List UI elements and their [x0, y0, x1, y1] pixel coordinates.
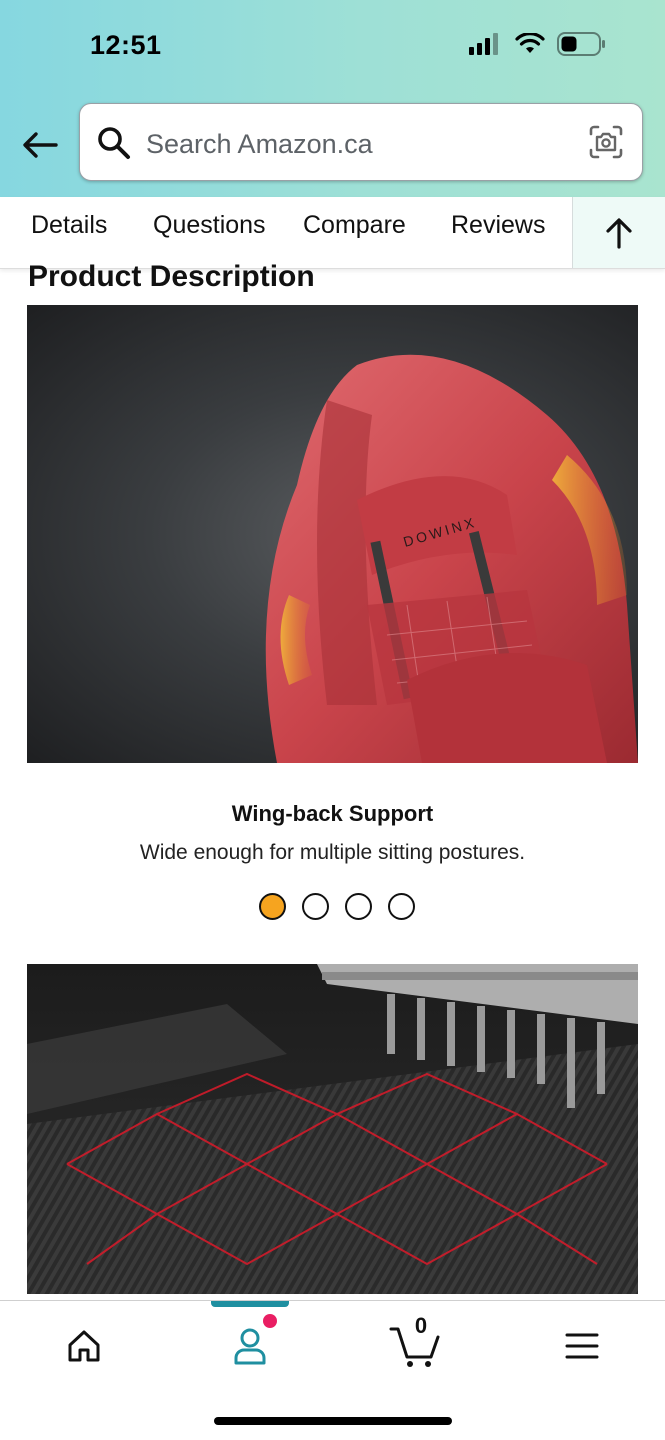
- section-title: Product Description: [28, 260, 315, 293]
- search-icon: [98, 127, 130, 159]
- status-icons: [469, 32, 607, 56]
- carousel-pagination: [259, 893, 415, 920]
- nav-cart[interactable]: 0: [375, 1313, 455, 1371]
- search-placeholder: Search Amazon.ca: [146, 129, 373, 159]
- carousel-dot-2[interactable]: [302, 893, 329, 920]
- home-icon: [68, 1330, 100, 1362]
- embroidery-machine-illustration: [27, 964, 638, 1294]
- product-image-stitching[interactable]: [27, 964, 638, 1294]
- camera-search-icon[interactable]: [588, 124, 624, 160]
- notification-dot: [263, 1314, 277, 1328]
- scroll-to-top-button[interactable]: [572, 197, 665, 268]
- cart-count: 0: [414, 1313, 428, 1338]
- status-bar: 12:51: [0, 0, 665, 90]
- nav-account[interactable]: [210, 1314, 290, 1371]
- search-input[interactable]: Search Amazon.ca: [79, 103, 643, 181]
- account-icon: [234, 1328, 266, 1365]
- back-arrow-icon: [23, 132, 58, 158]
- section-tabs: Details Questions Compare Reviews: [0, 197, 665, 269]
- tab-questions[interactable]: Questions: [153, 211, 266, 240]
- wifi-icon: [515, 33, 545, 53]
- bottom-navigation: 0: [0, 1300, 665, 1440]
- carousel-dot-4[interactable]: [388, 893, 415, 920]
- nav-home[interactable]: [44, 1321, 124, 1371]
- search-row: Search Amazon.ca: [0, 103, 665, 181]
- nav-menu[interactable]: [542, 1321, 622, 1371]
- carousel-caption-subtitle: Wide enough for multiple sitting posture…: [139, 841, 526, 864]
- menu-icon: [565, 1333, 599, 1359]
- tab-compare[interactable]: Compare: [303, 211, 406, 240]
- gaming-chair-illustration: DOWINX: [265, 354, 638, 763]
- cellular-signal-icon: [469, 33, 498, 55]
- back-button[interactable]: [18, 123, 62, 167]
- status-time: 12:51: [90, 30, 162, 60]
- arrow-up-icon: [606, 217, 632, 249]
- product-image-chair[interactable]: DOWINX: [27, 305, 638, 763]
- home-indicator: [214, 1417, 452, 1425]
- carousel-dot-3[interactable]: [345, 893, 372, 920]
- tab-reviews[interactable]: Reviews: [451, 211, 545, 240]
- carousel-dot-1[interactable]: [259, 893, 286, 920]
- tab-details[interactable]: Details: [31, 211, 107, 240]
- active-tab-indicator: [211, 1301, 289, 1307]
- carousel-caption-title: Wing-back Support: [231, 801, 434, 826]
- battery-icon: [557, 32, 605, 56]
